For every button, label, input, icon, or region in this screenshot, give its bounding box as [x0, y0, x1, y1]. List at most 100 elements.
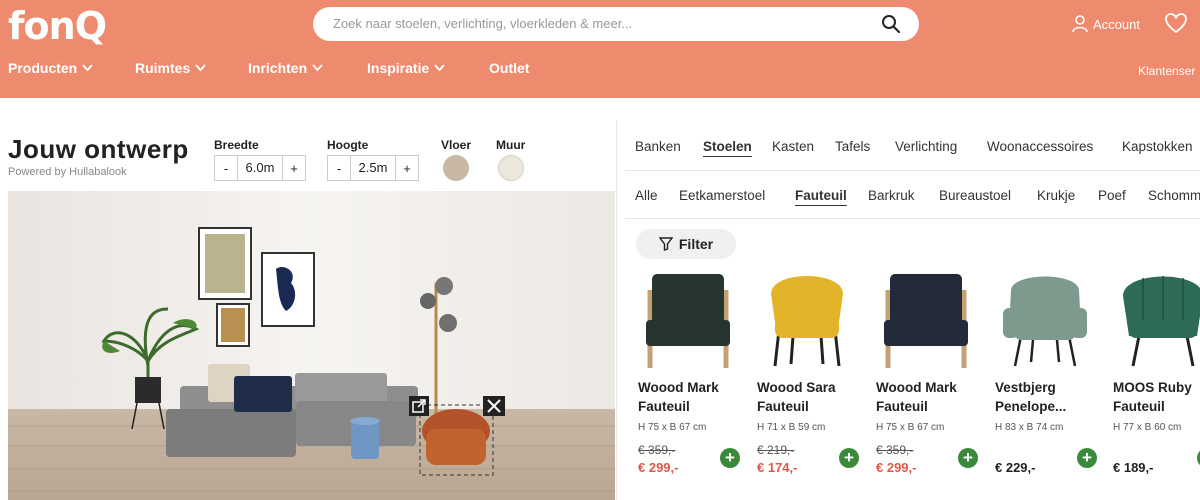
product-image — [1123, 276, 1200, 367]
product-old-price: € 359,- — [876, 443, 914, 457]
subtab-krukje[interactable]: Krukje — [1037, 188, 1098, 203]
powered-by: Powered by Hullabalook — [8, 166, 127, 178]
tab-kapstokken[interactable]: Kapstokken — [1122, 139, 1193, 154]
product-name: Woood Sara Fauteuil — [757, 380, 836, 414]
add-product-button[interactable]: + — [1077, 448, 1097, 468]
search-placeholder: Zoek naar stoelen, verlichting, vloerkle… — [333, 16, 633, 31]
panel-divider — [616, 120, 617, 500]
user-icon — [1072, 15, 1088, 33]
tab-stoelen[interactable]: Stoelen — [703, 139, 772, 154]
breedte-plus-button[interactable]: + — [283, 161, 305, 176]
chevron-down-icon — [195, 64, 206, 72]
expand-icon[interactable] — [409, 396, 429, 416]
subtab-bureaustoel[interactable]: Bureaustoel — [939, 188, 1037, 203]
product-old-price: € 219,- — [757, 443, 795, 457]
chevron-down-icon — [82, 64, 93, 72]
product-old-price: € 359,- — [638, 443, 676, 457]
breedte-stepper[interactable]: - 6.0m + — [214, 155, 306, 181]
page-title: Jouw ontwerp — [8, 134, 189, 164]
side-table — [350, 417, 380, 459]
vloer-swatch[interactable] — [443, 155, 469, 181]
tab-verlichting[interactable]: Verlichting — [895, 139, 987, 154]
close-icon[interactable] — [483, 396, 505, 416]
nav-outlet[interactable]: Outlet — [489, 60, 529, 76]
nav-producten[interactable]: Producten — [8, 60, 135, 76]
search-icon[interactable] — [881, 14, 901, 34]
product-image — [1003, 276, 1087, 367]
product-dimensions: H 77 x B 60 cm — [1113, 422, 1182, 433]
room-scene — [8, 191, 615, 500]
product-image — [884, 274, 968, 368]
heart-icon[interactable] — [1164, 12, 1188, 34]
subtab-poef[interactable]: Poef — [1098, 188, 1148, 203]
product-name: Woood Mark Fauteuil — [638, 380, 719, 414]
muur-label: Muur — [496, 138, 526, 152]
tab-tafels[interactable]: Tafels — [835, 139, 895, 154]
account-link[interactable]: Account — [1072, 14, 1140, 34]
product-dimensions: H 83 x B 74 cm — [995, 422, 1064, 433]
hoogte-plus-button[interactable]: + — [396, 161, 418, 176]
muur-swatch[interactable] — [498, 155, 524, 181]
subtab-alle[interactable]: Alle — [635, 188, 679, 203]
subtab-barkruk[interactable]: Barkruk — [868, 188, 939, 203]
category-tabs: Banken Stoelen Kasten Tafels Verlichting… — [635, 139, 1193, 154]
nav-label: Inspiratie — [367, 60, 430, 76]
subtab-fauteuil[interactable]: Fauteuil — [795, 188, 868, 203]
product-dimensions: H 71 x B 59 cm — [757, 422, 826, 433]
room-canvas[interactable] — [8, 191, 615, 500]
product-price: € 299,- — [876, 460, 917, 475]
hoogte-minus-button[interactable]: - — [328, 161, 350, 176]
product-price: € 229,- — [995, 460, 1036, 475]
product-card[interactable]: MOOS Ruby Fauteuil H 77 x B 60 cm € 189,… — [1113, 270, 1200, 500]
add-product-button[interactable]: + — [720, 448, 740, 468]
product-price: € 189,- — [1113, 460, 1154, 475]
main-nav: Producten Ruimtes Inrichten Inspiratie O… — [8, 60, 529, 76]
nav-label: Producten — [8, 60, 78, 76]
product-name: MOOS Ruby Fauteuil — [1113, 380, 1192, 414]
product-dimensions: H 75 x B 67 cm — [876, 422, 945, 433]
nav-inspiratie[interactable]: Inspiratie — [367, 60, 489, 76]
product-price: € 299,- — [638, 460, 679, 475]
site-header: fonQ Zoek naar stoelen, verlichting, vlo… — [0, 0, 1200, 98]
add-product-button[interactable]: + — [839, 448, 859, 468]
klantenservice-link[interactable]: Klantenser — [1138, 64, 1195, 78]
product-card[interactable]: Vestbjerg Penelope... H 83 x B 74 cm € 2… — [995, 270, 1113, 500]
nav-label: Inrichten — [248, 60, 308, 76]
breedte-label: Breedte — [214, 138, 259, 152]
product-dimensions: H 75 x B 67 cm — [638, 422, 707, 433]
search-input[interactable]: Zoek naar stoelen, verlichting, vloerkle… — [313, 7, 919, 41]
nav-label: Outlet — [489, 60, 530, 76]
account-label: Account — [1093, 16, 1140, 32]
nav-label: Ruimtes — [135, 60, 191, 76]
tab-banken[interactable]: Banken — [635, 139, 703, 154]
tab-kasten[interactable]: Kasten — [772, 139, 835, 154]
product-name: Vestbjerg Penelope... — [995, 380, 1067, 414]
product-card[interactable]: Woood Sara Fauteuil H 71 x B 59 cm € 219… — [757, 270, 875, 500]
tab-woonaccessoires[interactable]: Woonaccessoires — [987, 139, 1122, 154]
product-card[interactable]: Woood Mark Fauteuil H 75 x B 67 cm € 359… — [876, 270, 994, 500]
hoogte-value: 2.5m — [350, 156, 396, 180]
divider — [625, 218, 1200, 219]
product-card[interactable]: Woood Mark Fauteuil H 75 x B 67 cm € 359… — [638, 270, 756, 500]
nav-ruimtes[interactable]: Ruimtes — [135, 60, 248, 76]
hoogte-label: Hoogte — [327, 138, 369, 152]
product-name: Woood Mark Fauteuil — [876, 380, 957, 414]
fonq-logo[interactable]: fonQ — [8, 4, 107, 48]
subtab-schommelstoel[interactable]: Schommelstoel — [1148, 188, 1200, 203]
product-image — [771, 276, 843, 367]
filter-icon — [658, 237, 673, 251]
filter-button[interactable]: Filter — [636, 229, 736, 259]
chevron-down-icon — [312, 64, 323, 72]
nav-inrichten[interactable]: Inrichten — [248, 60, 367, 76]
vloer-label: Vloer — [441, 138, 472, 152]
product-image — [646, 274, 730, 368]
product-price: € 174,- — [757, 460, 798, 475]
hoogte-stepper[interactable]: - 2.5m + — [327, 155, 419, 181]
chevron-down-icon — [434, 64, 445, 72]
subtab-eetkamerstoel[interactable]: Eetkamerstoel — [679, 188, 795, 203]
breedte-minus-button[interactable]: - — [215, 161, 237, 176]
add-product-button[interactable]: + — [958, 448, 978, 468]
breedte-value: 6.0m — [237, 156, 283, 180]
filter-label: Filter — [678, 236, 714, 252]
divider — [625, 170, 1200, 171]
